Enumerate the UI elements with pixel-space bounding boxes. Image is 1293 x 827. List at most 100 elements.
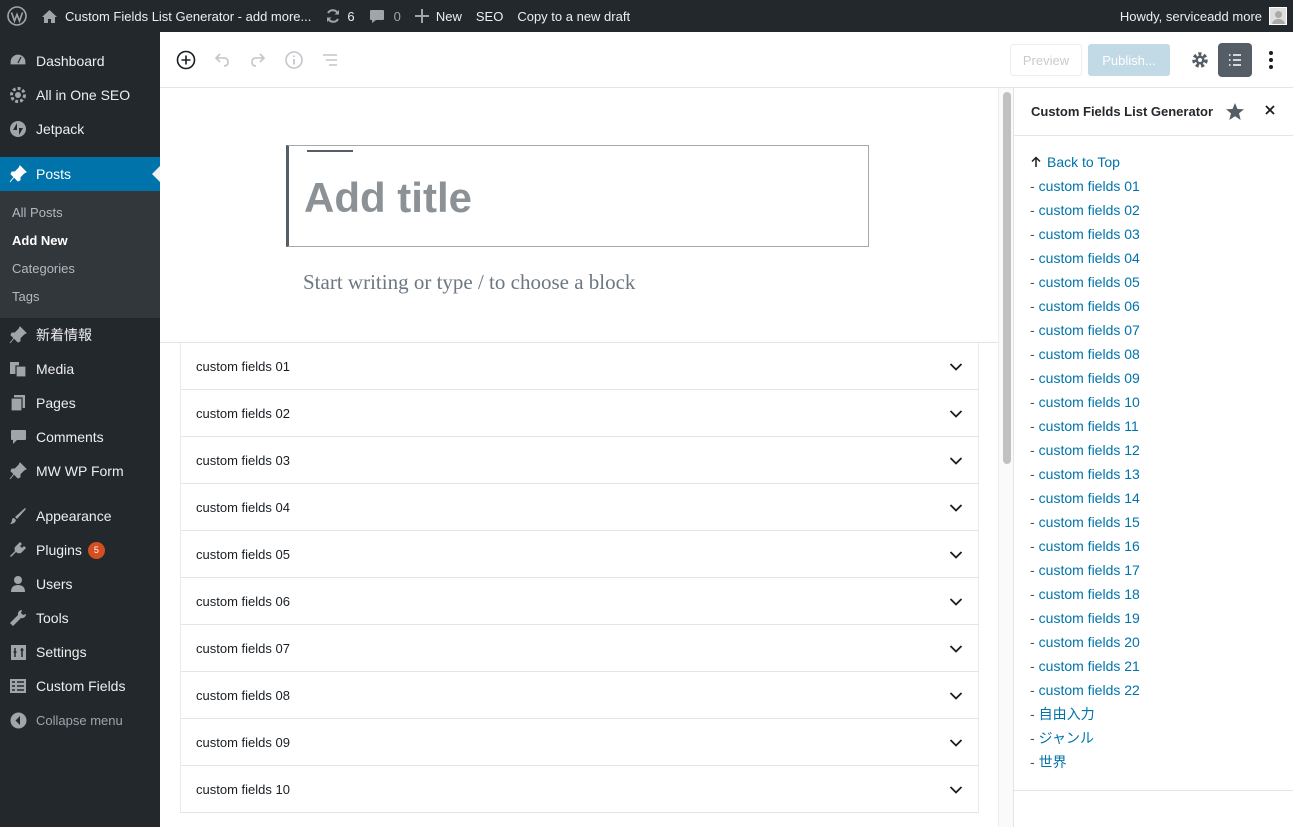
- link-dash: -: [1030, 754, 1035, 770]
- wordpress-logo-icon[interactable]: [0, 0, 34, 32]
- close-panel-button[interactable]: [1263, 103, 1277, 120]
- add-block-button[interactable]: [168, 42, 204, 78]
- meta-panel-custom-fields-07[interactable]: custom fields 07: [180, 625, 979, 672]
- side-link-item[interactable]: - custom fields 18: [1030, 582, 1293, 606]
- meta-panel-custom-fields-09[interactable]: custom fields 09: [180, 719, 979, 766]
- pin-icon: [8, 325, 28, 345]
- post-title-field[interactable]: Add title: [286, 145, 869, 247]
- sidebar-item-label: All in One SEO: [36, 87, 131, 103]
- side-link-item[interactable]: - custom fields 21: [1030, 654, 1293, 678]
- info-icon: [285, 50, 303, 69]
- sidebar-item-custom-fields[interactable]: Custom Fields: [0, 669, 160, 703]
- block-navigation-button[interactable]: [312, 42, 348, 78]
- link-dash: -: [1030, 322, 1035, 338]
- side-link-label: custom fields 16: [1038, 538, 1140, 554]
- side-panel-header: Custom Fields List Generator: [1014, 88, 1293, 136]
- side-link-item[interactable]: - custom fields 08: [1030, 342, 1293, 366]
- submenu-item-tags[interactable]: Tags: [0, 282, 160, 310]
- meta-panel-custom-fields-05[interactable]: custom fields 05: [180, 531, 979, 578]
- meta-panel-custom-fields-01[interactable]: custom fields 01: [180, 343, 979, 390]
- side-link-item[interactable]: - custom fields 03: [1030, 222, 1293, 246]
- side-link-item[interactable]: - custom fields 01: [1030, 174, 1293, 198]
- side-link-item[interactable]: - custom fields 05: [1030, 270, 1293, 294]
- side-link-item[interactable]: - custom fields 22: [1030, 678, 1293, 702]
- side-link-item[interactable]: - 自由入力: [1030, 702, 1293, 726]
- meta-panel-custom-fields-04[interactable]: custom fields 04: [180, 484, 979, 531]
- side-link-item[interactable]: - custom fields 13: [1030, 462, 1293, 486]
- side-link-item[interactable]: - custom fields 09: [1030, 366, 1293, 390]
- sidebar-item-appearance[interactable]: Appearance: [0, 499, 160, 533]
- collapse-menu-button[interactable]: Collapse menu: [0, 703, 160, 737]
- site-title-link[interactable]: Custom Fields List Generator - add more.…: [34, 0, 318, 32]
- sidebar-item-news[interactable]: 新着情報: [0, 318, 160, 352]
- chevron-down-icon: [949, 363, 963, 371]
- side-link-item[interactable]: - custom fields 12: [1030, 438, 1293, 462]
- side-link-item[interactable]: - custom fields 04: [1030, 246, 1293, 270]
- side-link-item[interactable]: - custom fields 15: [1030, 510, 1293, 534]
- comments-link[interactable]: 0: [362, 0, 408, 32]
- submenu-item-all-posts[interactable]: All Posts: [0, 198, 160, 226]
- side-link-item[interactable]: - custom fields 06: [1030, 294, 1293, 318]
- sidebar-item-pages[interactable]: Pages: [0, 386, 160, 420]
- seo-link[interactable]: SEO: [469, 0, 510, 32]
- sidebar-item-label: Custom Fields: [36, 678, 126, 694]
- new-content-link[interactable]: New: [408, 0, 469, 32]
- sidebar-item-comments[interactable]: Comments: [0, 420, 160, 454]
- side-link-item[interactable]: - ジャンル: [1030, 726, 1293, 750]
- meta-panel-custom-fields-10[interactable]: custom fields 10: [180, 766, 979, 813]
- sidebar-item-media[interactable]: Media: [0, 352, 160, 386]
- side-link-item[interactable]: - 世界: [1030, 750, 1293, 774]
- side-link-item[interactable]: - custom fields 16: [1030, 534, 1293, 558]
- sidebar-item-tools[interactable]: Tools: [0, 601, 160, 635]
- redo-button[interactable]: [240, 42, 276, 78]
- gear-icon: [1192, 52, 1208, 68]
- chevron-down-icon: [949, 551, 963, 559]
- sidebar-item-users[interactable]: Users: [0, 567, 160, 601]
- side-link-label: 世界: [1038, 754, 1067, 770]
- publish-button[interactable]: Publish...: [1088, 44, 1170, 76]
- sidebar-item-posts[interactable]: Posts: [0, 157, 160, 191]
- side-link-item[interactable]: - custom fields 11: [1030, 414, 1293, 438]
- copy-to-draft-link[interactable]: Copy to a new draft: [510, 0, 637, 32]
- side-link-item[interactable]: - custom fields 10: [1030, 390, 1293, 414]
- side-link-label: 自由入力: [1038, 706, 1095, 722]
- meta-panel-custom-fields-02[interactable]: custom fields 02: [180, 390, 979, 437]
- undo-button[interactable]: [204, 42, 240, 78]
- updates-link[interactable]: 6: [318, 0, 361, 32]
- submenu-item-categories[interactable]: Categories: [0, 254, 160, 282]
- meta-panel-custom-fields-06[interactable]: custom fields 06: [180, 578, 979, 625]
- settings-gear-button[interactable]: [1184, 44, 1216, 76]
- side-link-item[interactable]: - custom fields 17: [1030, 558, 1293, 582]
- custom-fields-list-toggle-button[interactable]: [1218, 43, 1252, 77]
- my-account-link[interactable]: Howdy, serviceadd more: [1113, 0, 1293, 32]
- sidebar-item-label: MW WP Form: [36, 463, 124, 479]
- preview-button[interactable]: Preview: [1010, 44, 1082, 76]
- sidebar-item-all-in-one-seo[interactable]: All in One SEO: [0, 78, 160, 112]
- sidebar-item-mw-wp-form[interactable]: MW WP Form: [0, 454, 160, 488]
- meta-panel-custom-fields-08[interactable]: custom fields 08: [180, 672, 979, 719]
- star-pin-button[interactable]: [1225, 102, 1245, 124]
- howdy-text: Howdy, serviceadd more: [1119, 8, 1262, 24]
- side-link-label: custom fields 02: [1038, 202, 1140, 218]
- block-appender-placeholder[interactable]: Start writing or type / to choose a bloc…: [303, 270, 635, 295]
- link-dash: -: [1030, 658, 1035, 674]
- editor-scrollbar[interactable]: [998, 88, 1013, 827]
- side-link-item[interactable]: - custom fields 19: [1030, 606, 1293, 630]
- side-link-label: custom fields 13: [1038, 466, 1140, 482]
- more-options-button[interactable]: [1256, 44, 1286, 76]
- side-link-item[interactable]: - custom fields 14: [1030, 486, 1293, 510]
- side-link-label: custom fields 09: [1038, 370, 1140, 386]
- content-info-button[interactable]: [276, 42, 312, 78]
- sidebar-item-dashboard[interactable]: Dashboard: [0, 44, 160, 78]
- meta-panel-custom-fields-03[interactable]: custom fields 03: [180, 437, 979, 484]
- back-to-top-link[interactable]: Back to Top: [1030, 150, 1293, 174]
- side-link-item[interactable]: - custom fields 02: [1030, 198, 1293, 222]
- scrollbar-thumb[interactable]: [1003, 92, 1011, 464]
- submenu-item-add-new[interactable]: Add New: [0, 226, 160, 254]
- sidebar-item-jetpack[interactable]: Jetpack: [0, 112, 160, 146]
- sidebar-item-settings[interactable]: Settings: [0, 635, 160, 669]
- sidebar-item-plugins[interactable]: Plugins 5: [0, 533, 160, 567]
- side-link-item[interactable]: - custom fields 07: [1030, 318, 1293, 342]
- side-link-item[interactable]: - custom fields 20: [1030, 630, 1293, 654]
- side-link-label: custom fields 10: [1038, 394, 1140, 410]
